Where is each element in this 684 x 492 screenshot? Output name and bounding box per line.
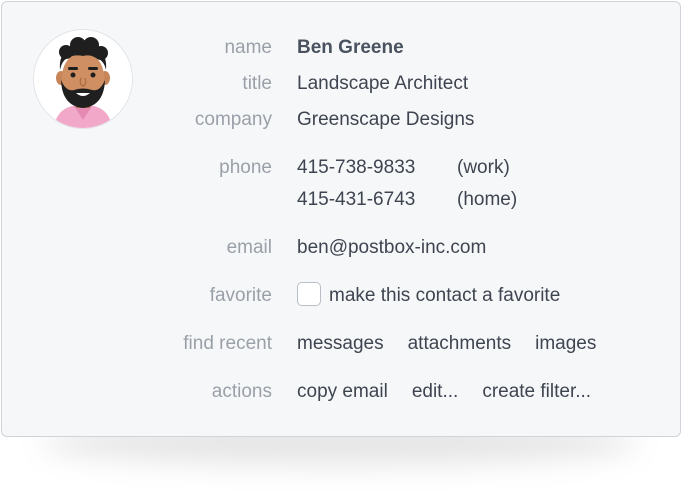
- phone-entry: 415-431-6743 (home): [297, 185, 517, 215]
- phone-row: phone 415-738-9833 (work): [2, 153, 682, 183]
- actions-label: actions: [211, 381, 272, 402]
- phone-label: phone: [219, 157, 272, 178]
- phone-row-2: 415-431-6743 (home): [2, 185, 682, 215]
- phone-number[interactable]: 415-431-6743: [297, 185, 457, 215]
- find-recent-attachments-link[interactable]: attachments: [408, 329, 512, 359]
- create-filter-link[interactable]: create filter...: [482, 377, 591, 407]
- name-label: name: [224, 37, 272, 58]
- name-row: name Ben Greene: [2, 33, 682, 63]
- find-recent-label: find recent: [183, 333, 272, 354]
- favorite-label: favorite: [209, 285, 272, 306]
- find-recent-messages-link[interactable]: messages: [297, 329, 384, 359]
- favorite-control: make this contact a favorite: [297, 281, 560, 311]
- phone-type: (work): [457, 157, 510, 178]
- contact-title: Landscape Architect: [297, 73, 469, 94]
- find-recent-images-link[interactable]: images: [535, 329, 596, 359]
- company-label: company: [194, 109, 272, 130]
- edit-contact-link[interactable]: edit...: [412, 377, 458, 407]
- find-recent-row: find recent messages attachments images: [2, 329, 682, 359]
- email-label: email: [226, 237, 272, 258]
- company-row: company Greenscape Designs: [2, 105, 682, 135]
- contact-email[interactable]: ben@postbox-inc.com: [297, 233, 486, 263]
- email-row: email ben@postbox-inc.com: [2, 233, 682, 263]
- find-recent-links: messages attachments images: [297, 329, 596, 359]
- favorite-checkbox-label[interactable]: make this contact a favorite: [329, 285, 560, 306]
- phone-entry: 415-738-9833 (work): [297, 153, 510, 183]
- contact-company: Greenscape Designs: [297, 109, 475, 130]
- favorite-row: favorite make this contact a favorite: [2, 281, 682, 311]
- phone-number[interactable]: 415-738-9833: [297, 153, 457, 183]
- title-label: title: [242, 73, 272, 94]
- favorite-checkbox[interactable]: [297, 281, 321, 306]
- contact-card: name Ben Greene title Landscape Architec…: [1, 1, 681, 437]
- action-links: copy email edit... create filter...: [297, 377, 591, 407]
- actions-row: actions copy email edit... create filter..…: [2, 377, 682, 407]
- copy-email-link[interactable]: copy email: [297, 377, 388, 407]
- phone-type: (home): [457, 189, 518, 210]
- title-row: title Landscape Architect: [2, 69, 682, 99]
- contact-name: Ben Greene: [297, 37, 404, 58]
